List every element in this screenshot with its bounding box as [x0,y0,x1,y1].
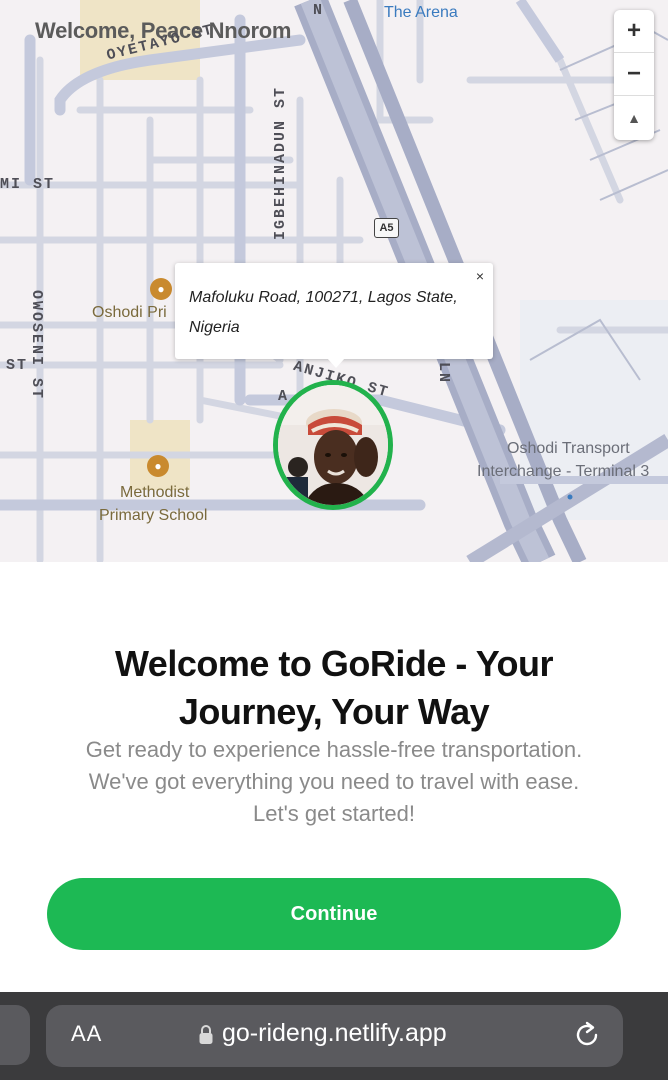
place-methodist-line2: Primary School [99,507,208,524]
lock-icon [199,1025,213,1044]
school-poi-icon: ● [147,455,169,477]
welcome-panel: Welcome to GoRide - Your Journey, Your W… [0,562,668,992]
welcome-title: Welcome to GoRide - Your Journey, Your W… [114,643,554,732]
street-label-owoseni: OWOSENI ST [28,290,45,401]
place-transport-line1: Oshodi Transport [507,440,630,457]
popup-tip [327,358,345,368]
place-oshodi-primary: Oshodi Pri [92,304,167,321]
url-text: go-rideng.netlify.app [222,1019,447,1047]
street-label-igbehinadun: IGBEHINADUN ST [272,85,289,240]
address-popup: Mafoluku Road, 100271, Lagos State, Nige… [175,263,493,368]
popup-address: Mafoluku Road, 100271, Lagos State, Nige… [189,289,458,336]
address-bar[interactable]: AA go-rideng.netlify.app [46,1005,623,1067]
zoom-out-button[interactable]: − [614,53,654,96]
street-label-st: ST [6,357,29,374]
place-the-arena: The Arena [384,4,458,21]
place-methodist-line1: Methodist [120,484,190,501]
user-avatar-marker[interactable] [273,380,393,510]
popup-close-button[interactable]: × [476,268,484,284]
school-poi-icon: ● [150,278,172,300]
continue-button[interactable]: Continue [47,878,621,950]
previous-tab-stub[interactable] [0,1005,30,1065]
map-zoom-controls: + − ▲ [614,10,654,140]
place-transport-line2: Interchange - Terminal 3 [477,463,650,480]
welcome-subtitle: Get ready to experience hassle-free tran… [85,737,583,826]
avatar [278,385,388,505]
street-label-mi-st: MI ST [0,176,56,193]
route-shield-a5: A5 [374,218,399,238]
reload-icon[interactable] [571,1019,603,1051]
reader-aa-button[interactable]: AA [71,1021,102,1047]
browser-toolbar: AA go-rideng.netlify.app [0,992,668,1080]
street-label-ln-top: N [313,2,325,19]
street-label-ln: LN [435,362,452,385]
map-view[interactable]: Welcome, Peace Nnorom OYETAYO ST IGBEHIN… [0,0,668,562]
zoom-in-button[interactable]: + [614,10,654,53]
compass-button[interactable]: ▲ [614,96,654,139]
